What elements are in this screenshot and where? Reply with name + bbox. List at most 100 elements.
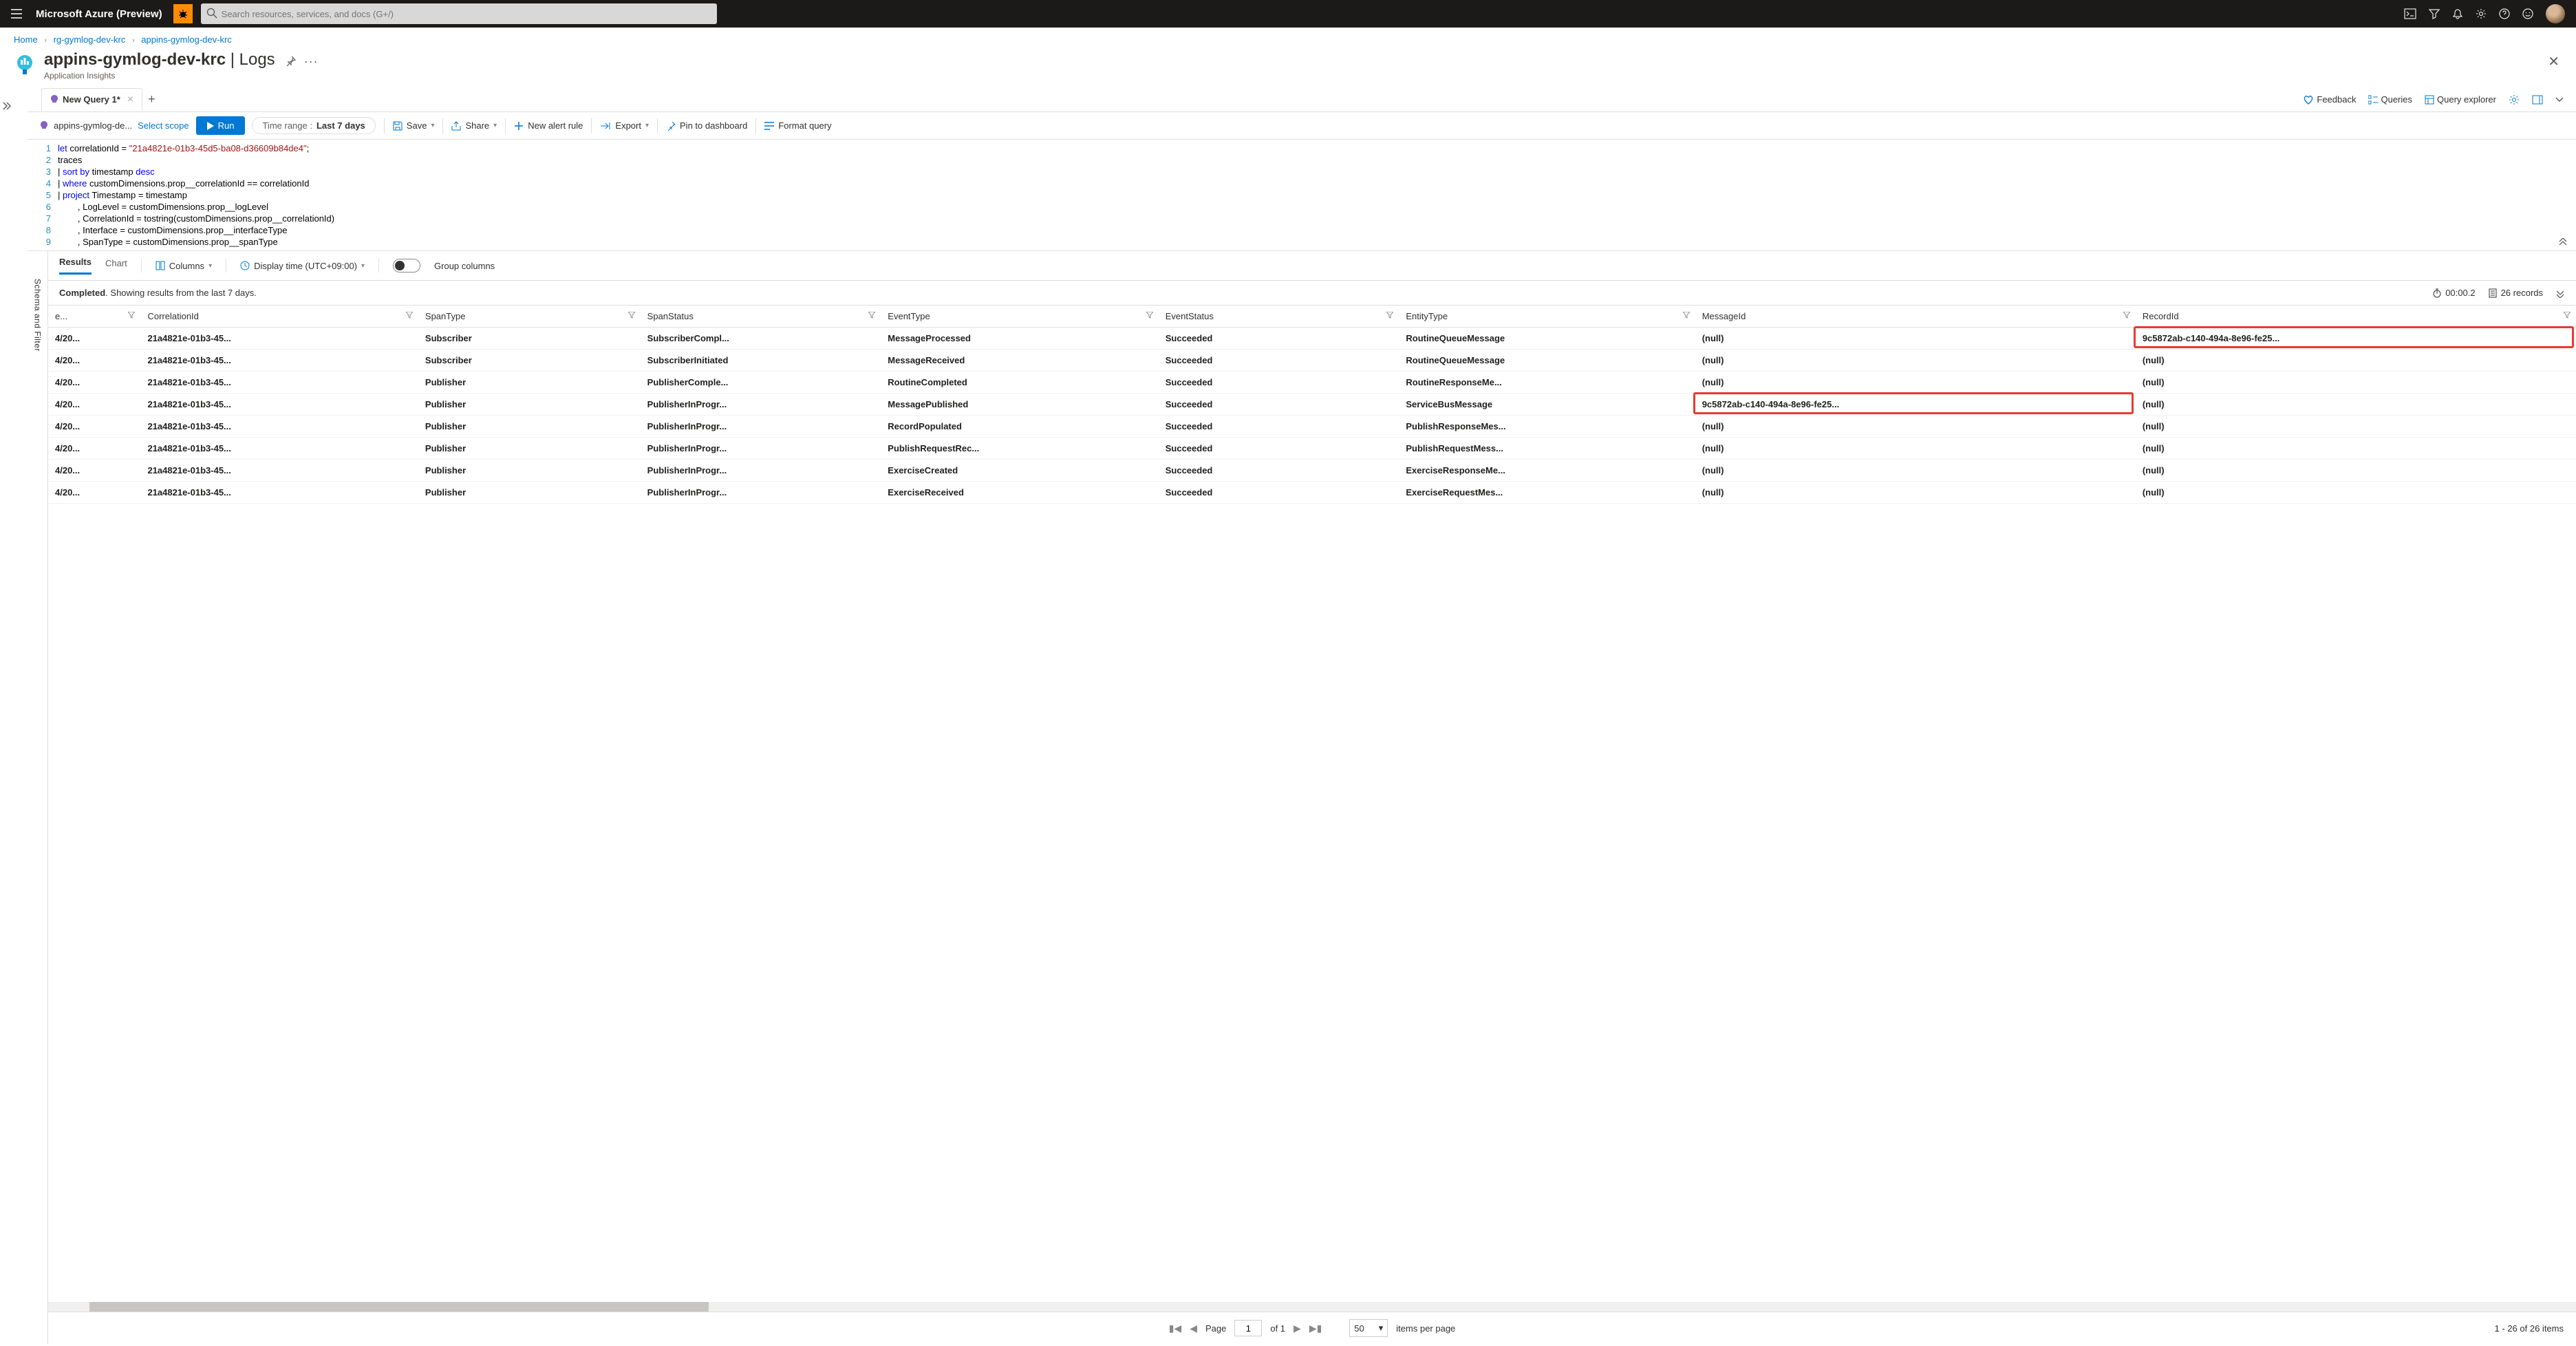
user-avatar[interactable] <box>2546 4 2565 23</box>
table-cell: Subscriber <box>418 350 641 372</box>
more-icon[interactable]: ··· <box>304 54 319 69</box>
settings-icon[interactable] <box>2476 8 2487 19</box>
table-cell: (null) <box>2136 416 2576 438</box>
col-correlationid[interactable]: CorrelationId <box>140 306 418 328</box>
table-cell: 4/20... <box>48 438 140 460</box>
table-row[interactable]: 4/20...21a4821e-01b3-45...PublisherPubli… <box>48 460 2576 482</box>
last-page-icon[interactable]: ▶▮ <box>1309 1323 1322 1334</box>
query-editor[interactable]: 123456789 let correlationId = "21a4821e-… <box>28 140 2576 251</box>
table-cell: (null) <box>1695 416 2136 438</box>
pager-summary: 1 - 26 of 26 items <box>2495 1323 2564 1334</box>
breadcrumb-rg[interactable]: rg-gymlog-dev-krc <box>54 34 126 45</box>
group-columns-toggle[interactable] <box>393 259 420 273</box>
first-page-icon[interactable]: ▮◀ <box>1169 1323 1181 1334</box>
col-entitytype[interactable]: EntityType <box>1399 306 1695 328</box>
run-button[interactable]: Run <box>196 116 246 135</box>
table-row[interactable]: 4/20...21a4821e-01b3-45...PublisherPubli… <box>48 372 2576 394</box>
display-time-button[interactable]: Display time (UTC+09:00) ▾ <box>240 261 365 271</box>
table-row[interactable]: 4/20...21a4821e-01b3-45...SubscriberSubs… <box>48 328 2576 350</box>
pin-dashboard-button[interactable]: Pin to dashboard <box>666 120 747 131</box>
filter-icon[interactable] <box>2429 8 2440 19</box>
filter-icon[interactable] <box>406 312 413 319</box>
collapse-editor-icon[interactable] <box>2558 238 2568 246</box>
separator <box>755 118 756 133</box>
pin-icon[interactable] <box>285 56 296 67</box>
status-text: Completed. Showing results from the last… <box>59 288 257 298</box>
help-icon[interactable] <box>2499 8 2510 19</box>
close-tab-icon[interactable]: × <box>127 94 133 106</box>
separator <box>657 118 658 133</box>
settings-gear-icon[interactable] <box>2509 94 2520 105</box>
col-messageid[interactable]: MessageId <box>1695 306 2136 328</box>
prev-page-icon[interactable]: ◀ <box>1190 1323 1197 1334</box>
horizontal-scrollbar[interactable] <box>48 1302 2576 1312</box>
table-cell: ExerciseResponseMe... <box>1399 460 1695 482</box>
panel-icon[interactable] <box>2532 95 2543 105</box>
save-button[interactable]: Save ▾ <box>393 120 435 131</box>
table-cell: (null) <box>2136 394 2576 416</box>
add-tab-button[interactable]: + <box>148 92 155 107</box>
close-icon[interactable]: ✕ <box>2548 53 2562 70</box>
status-row: Completed. Showing results from the last… <box>48 281 2576 305</box>
items-per-page-select[interactable]: 50▾ <box>1349 1319 1388 1337</box>
chart-tab[interactable]: Chart <box>105 258 127 274</box>
filter-icon[interactable] <box>1146 312 1153 319</box>
results-tab[interactable]: Results <box>59 257 92 275</box>
chevron-down-icon: ▾ <box>645 122 649 129</box>
columns-button[interactable]: Columns ▾ <box>155 261 212 271</box>
col-eventstatus[interactable]: EventStatus <box>1159 306 1399 328</box>
filter-icon[interactable] <box>2123 312 2130 319</box>
filter-icon[interactable] <box>628 312 635 319</box>
query-toolbar: appins-gymlog-de... Select scope Run Tim… <box>28 112 2576 140</box>
col-timestamp[interactable]: e... <box>48 306 140 328</box>
table-cell: 21a4821e-01b3-45... <box>140 372 418 394</box>
expand-sidebar-icon[interactable] <box>0 101 28 111</box>
schema-filter-rail[interactable]: Schema and Filter <box>28 251 48 1344</box>
table-cell: SubscriberInitiated <box>641 350 881 372</box>
filter-icon[interactable] <box>1386 312 1393 319</box>
cloud-shell-icon[interactable] <box>2404 8 2416 19</box>
col-eventtype[interactable]: EventType <box>881 306 1158 328</box>
page-input[interactable] <box>1234 1320 1262 1336</box>
table-cell: 4/20... <box>48 328 140 350</box>
breadcrumb-home[interactable]: Home <box>14 34 38 45</box>
separator <box>378 259 379 273</box>
query-explorer-button[interactable]: Query explorer <box>2425 94 2496 105</box>
bug-icon[interactable] <box>173 4 193 23</box>
table-row[interactable]: 4/20...21a4821e-01b3-45...PublisherPubli… <box>48 416 2576 438</box>
table-cell: Succeeded <box>1159 328 1399 350</box>
expand-results-icon[interactable] <box>2555 288 2565 298</box>
select-scope-link[interactable]: Select scope <box>138 120 189 131</box>
notifications-icon[interactable] <box>2452 8 2463 19</box>
table-row[interactable]: 4/20...21a4821e-01b3-45...PublisherPubli… <box>48 394 2576 416</box>
format-query-button[interactable]: Format query <box>764 120 831 131</box>
col-spanstatus[interactable]: SpanStatus <box>641 306 881 328</box>
filter-icon[interactable] <box>2564 312 2570 319</box>
hamburger-icon[interactable] <box>6 9 28 19</box>
filter-icon[interactable] <box>128 312 135 319</box>
col-recordid[interactable]: RecordId <box>2136 306 2576 328</box>
queries-button[interactable]: Queries <box>2368 94 2412 105</box>
next-page-icon[interactable]: ▶ <box>1294 1323 1301 1334</box>
feedback-button[interactable]: Feedback <box>2303 94 2356 105</box>
code-content[interactable]: let correlationId = "21a4821e-01b3-45d5-… <box>58 142 2576 248</box>
export-button[interactable]: Export ▾ <box>600 120 649 131</box>
records-icon <box>2488 288 2498 298</box>
share-button[interactable]: Share ▾ <box>451 120 497 131</box>
time-range-selector[interactable]: Time range : Last 7 days <box>252 117 375 134</box>
page-label: Page <box>1205 1323 1226 1334</box>
table-row[interactable]: 4/20...21a4821e-01b3-45...PublisherPubli… <box>48 438 2576 460</box>
new-alert-button[interactable]: New alert rule <box>514 120 583 131</box>
query-tab[interactable]: New Query 1* × <box>41 88 142 111</box>
table-row[interactable]: 4/20...21a4821e-01b3-45...SubscriberSubs… <box>48 350 2576 372</box>
search-input[interactable] <box>201 3 717 24</box>
table-cell: RoutineCompleted <box>881 372 1158 394</box>
feedback-smile-icon[interactable] <box>2522 8 2533 19</box>
table-row[interactable]: 4/20...21a4821e-01b3-45...PublisherPubli… <box>48 482 2576 504</box>
chevron-down-icon[interactable] <box>2555 97 2564 103</box>
filter-icon[interactable] <box>868 312 875 319</box>
breadcrumb-resource[interactable]: appins-gymlog-dev-krc <box>141 34 232 45</box>
col-spantype[interactable]: SpanType <box>418 306 641 328</box>
filter-icon[interactable] <box>1683 312 1690 319</box>
table-cell: (null) <box>2136 350 2576 372</box>
